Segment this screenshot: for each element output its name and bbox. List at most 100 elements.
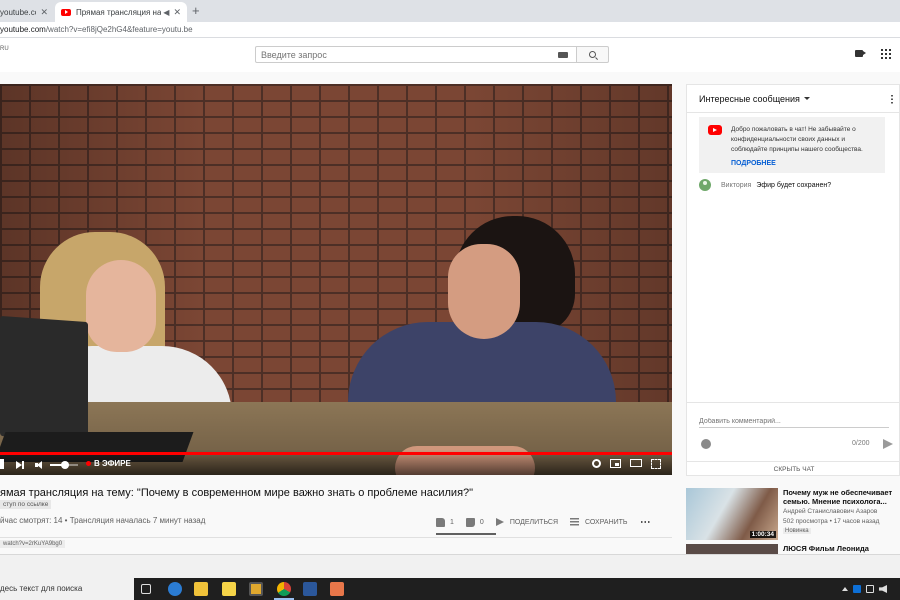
- divider: [0, 537, 672, 538]
- like-ratio-bar: [436, 533, 496, 535]
- send-icon[interactable]: [883, 439, 893, 449]
- audio-playing-icon[interactable]: ◀: [163, 8, 169, 17]
- emoji-icon[interactable]: [701, 439, 711, 449]
- player-progress-bar[interactable]: [0, 452, 672, 455]
- video-actions: 1 0 ПОДЕЛИТЬСЯ СОХРАНИТЬ: [436, 515, 662, 529]
- youtube-header: RU: [0, 38, 900, 72]
- dislike-button[interactable]: 0: [465, 517, 484, 527]
- hide-chat-button[interactable]: СКРЫТЬ ЧАТ: [687, 461, 900, 477]
- address-bar[interactable]: youtube.com/watch?v=efi8jQe2hG4&feature=…: [0, 22, 900, 38]
- volume-slider-fill: [50, 461, 70, 469]
- search-box[interactable]: [255, 46, 577, 63]
- tab-close-icon[interactable]: ✕: [40, 7, 48, 18]
- word-icon[interactable]: [303, 582, 317, 596]
- fullscreen-icon[interactable]: [651, 459, 661, 469]
- share-button[interactable]: ПОДЕЛИТЬСЯ: [495, 518, 558, 526]
- recommendation-item[interactable]: 1:00:34 Почему муж не обеспечивает семью…: [686, 488, 900, 540]
- live-dot-icon: [86, 461, 91, 466]
- taskbar-search-box[interactable]: десь текст для поиска: [0, 578, 134, 600]
- chat-mode-label[interactable]: Интересные сообщения: [699, 94, 800, 104]
- dislike-count: 0: [479, 518, 484, 526]
- video-laptop: [0, 315, 88, 443]
- share-icon: [495, 518, 504, 526]
- network-icon[interactable]: [866, 585, 874, 593]
- video-player[interactable]: [0, 84, 672, 475]
- search-icon: [589, 51, 596, 58]
- live-chat-panel: Интересные сообщения Добро пожаловать в …: [686, 84, 900, 476]
- avatar[interactable]: [699, 179, 711, 191]
- recommendation-thumbnail[interactable]: [686, 544, 778, 554]
- duration-badge: 1:00:34: [749, 531, 776, 538]
- show-hidden-icons-icon[interactable]: [842, 587, 848, 591]
- next-video-icon[interactable]: [16, 459, 24, 471]
- system-tray: [842, 583, 887, 595]
- chat-welcome-message: Добро пожаловать в чат! Не забывайте о к…: [699, 117, 885, 173]
- dropbox-icon[interactable]: [853, 585, 861, 593]
- settings-gear-icon[interactable]: [592, 459, 601, 468]
- more-actions-button[interactable]: [639, 521, 650, 523]
- thumb-up-icon: [436, 517, 445, 527]
- chat-header[interactable]: Интересные сообщения: [687, 85, 900, 113]
- recommendation-title[interactable]: Почему муж не обеспечивает семью. Мнение…: [783, 488, 898, 506]
- like-button[interactable]: 1: [436, 517, 454, 527]
- search-button[interactable]: [577, 46, 609, 63]
- theater-mode-icon[interactable]: [630, 459, 642, 467]
- chat-input-area: 0/200 СКРЫТЬ ЧАТ: [687, 402, 900, 477]
- recommendation-meta: 502 просмотра • 17 часов назад: [783, 518, 880, 525]
- learn-more-link[interactable]: ПОДРОБНЕЕ: [731, 159, 877, 169]
- pause-icon[interactable]: [0, 459, 4, 469]
- welcome-text: Добро пожаловать в чат! Не забывайте о к…: [731, 126, 863, 153]
- recommendation-channel[interactable]: Андрей Станиславович Азаров: [783, 508, 877, 515]
- playlist-add-icon: [570, 518, 579, 526]
- volume-slider[interactable]: [50, 461, 78, 469]
- tab-close-icon[interactable]: ✕: [173, 7, 181, 18]
- url-path: /watch?v=efi8jQe2hG4&feature=youtu.be: [45, 25, 193, 34]
- logo-region-label[interactable]: RU: [0, 46, 9, 52]
- sticky-notes-icon[interactable]: [222, 582, 236, 596]
- recommendation-thumbnail[interactable]: 1:00:34: [686, 488, 778, 540]
- more-options-icon[interactable]: [891, 94, 893, 104]
- recommendation-item[interactable]: ЛЮСЯ Фильм Леонида: [686, 544, 900, 554]
- save-button[interactable]: СОХРАНИТЬ: [570, 518, 628, 526]
- browser-tab-2[interactable]: Прямая трансляция на тем ◀ ✕: [55, 2, 187, 22]
- folder-icon[interactable]: [249, 582, 263, 596]
- youtube-favicon-icon: [61, 8, 71, 16]
- paint-icon[interactable]: [330, 582, 344, 596]
- windows-taskbar: десь текст для поиска: [0, 578, 900, 600]
- task-view-icon[interactable]: [141, 584, 151, 594]
- file-explorer-icon[interactable]: [194, 582, 208, 596]
- miniplayer-icon[interactable]: [610, 459, 621, 468]
- live-badge[interactable]: В ЭФИРЕ: [86, 459, 131, 468]
- save-label: СОХРАНИТЬ: [585, 518, 628, 526]
- recommendation-title[interactable]: ЛЮСЯ Фильм Леонида: [783, 544, 869, 553]
- view-count: йчас смотрят: 14 • Трансляция началась 7…: [0, 516, 206, 525]
- video-title: ямая трансляция на тему: "Почему в совре…: [0, 487, 474, 499]
- description-link[interactable]: watch?v=2rKuYA9bg0: [0, 540, 66, 548]
- thumb-down-icon: [465, 517, 475, 527]
- create-video-icon[interactable]: [855, 50, 866, 57]
- char-counter: 0/200: [852, 440, 870, 447]
- keyboard-icon[interactable]: [558, 52, 568, 58]
- volume-icon[interactable]: [35, 459, 45, 471]
- access-badge: ступ по ссылке: [0, 500, 52, 509]
- more-horizontal-icon: [639, 521, 650, 523]
- apps-grid-icon[interactable]: [881, 49, 891, 59]
- tab-title: youtube.com: [0, 7, 36, 17]
- share-label: ПОДЕЛИТЬСЯ: [509, 518, 558, 526]
- new-tab-icon[interactable]: +: [192, 3, 200, 18]
- chevron-down-icon[interactable]: [803, 97, 810, 100]
- edge-browser-icon[interactable]: [168, 582, 182, 596]
- chat-message: Виктория Эфир будет сохранен?: [699, 179, 889, 191]
- chat-text: Эфир будет сохранен?: [756, 181, 832, 189]
- search-input[interactable]: [261, 50, 551, 60]
- new-badge: Новинка: [783, 528, 811, 534]
- browser-tab-1[interactable]: youtube.com ✕: [0, 2, 54, 22]
- chat-author[interactable]: Виктория: [721, 182, 751, 189]
- url-host: youtube.com: [0, 25, 46, 34]
- browser-tabstrip: youtube.com ✕ Прямая трансляция на тем ◀…: [0, 0, 900, 22]
- chrome-browser-icon[interactable]: [277, 582, 291, 596]
- tab-title: Прямая трансляция на тем: [76, 7, 162, 17]
- chat-comment-input[interactable]: [699, 418, 889, 428]
- speaker-icon[interactable]: [879, 585, 887, 593]
- like-count: 1: [450, 518, 454, 526]
